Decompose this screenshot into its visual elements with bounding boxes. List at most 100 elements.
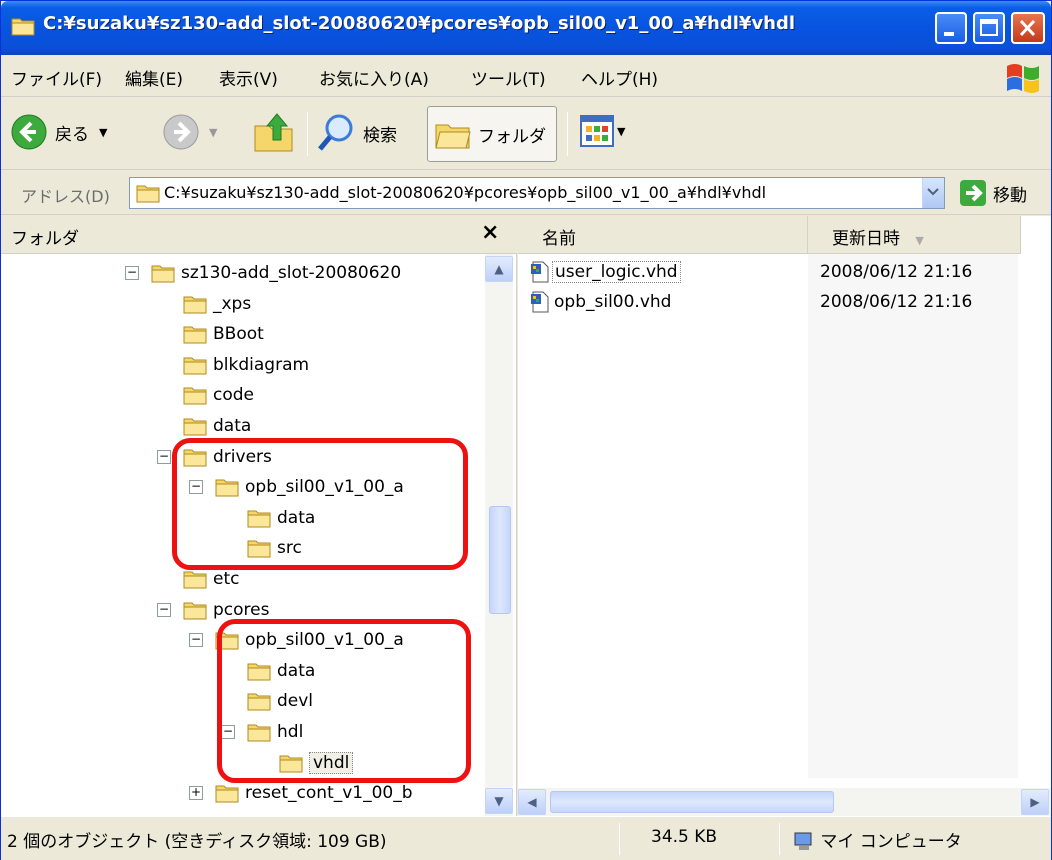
collapse-icon[interactable]: − [157, 449, 171, 464]
folders-icon [435, 124, 471, 149]
go-label: 移動 [993, 185, 1027, 206]
address-label: アドレス(D) [21, 187, 110, 206]
folders-pane: フォルダ × − sz130-add_slot-20080620 _xps BBoot… [1, 216, 517, 816]
column-name[interactable]: 名前 [518, 216, 808, 254]
search-button[interactable]: 検索 [317, 112, 397, 154]
go-button[interactable]: 移動 [959, 179, 1027, 207]
windows-logo-icon [1007, 64, 1039, 93]
file-list-pane: 名前 更新日時 ▼ user_logic.vhd 2008/06/12 21:1… [518, 216, 1051, 816]
folder-icon [136, 185, 160, 203]
menu-favorites[interactable]: お気に入り(A) [319, 65, 429, 90]
menu-file[interactable]: ファイル(F) [11, 65, 102, 90]
vhd-file-icon [531, 291, 549, 313]
maximize-icon [980, 19, 998, 36]
tree-item[interactable]: code [183, 380, 254, 410]
window-title: C:¥suzaku¥sz130-add_slot-20080620¥pcores… [43, 13, 796, 34]
tree-item-label: reset_cont_v1_00_b [245, 783, 413, 804]
back-button[interactable]: 戻る ▼ [9, 112, 107, 152]
status-bar: 2 個のオブジェクト (空きディスク領域: 109 GB) 34.5 KB マイ… [1, 816, 1051, 860]
address-value: C:¥suzaku¥sz130-add_slot-20080620¥pcores… [164, 183, 767, 202]
views-dropdown-icon[interactable]: ▼ [617, 125, 625, 138]
file-name: user_logic.vhd [552, 261, 681, 283]
scroll-thumb[interactable] [489, 506, 511, 614]
vhd-file-icon [531, 261, 549, 283]
close-icon [1019, 19, 1036, 37]
tree-item-label: data [213, 416, 252, 436]
folder-icon [11, 18, 35, 36]
expand-icon[interactable]: + [189, 786, 203, 801]
close-button[interactable] [1011, 12, 1045, 44]
sort-arrow-icon: ▼ [915, 234, 924, 247]
tree-item-label: sz130-add_slot-20080620 [181, 263, 402, 283]
collapse-icon[interactable]: − [189, 633, 203, 648]
tree-item[interactable]: BBoot [183, 319, 264, 349]
chevron-down-icon [927, 188, 939, 196]
forward-dropdown-icon[interactable]: ▼ [209, 126, 217, 139]
address-bar: アドレス(D) C:¥suzaku¥sz130-add_slot-2008062… [1, 171, 1051, 215]
folders-button[interactable]: フォルダ [427, 106, 557, 162]
folders-vertical-scrollbar[interactable]: ▲ ▼ [485, 254, 513, 816]
search-label: 検索 [363, 125, 397, 146]
up-button[interactable] [253, 110, 295, 154]
toolbar: 戻る ▼ ▼ 検索 フォルダ ▼ [1, 98, 1051, 170]
tree-item[interactable]: _xps [183, 289, 251, 319]
folder-icon [183, 326, 207, 344]
address-input[interactable]: C:¥suzaku¥sz130-add_slot-20080620¥pcores… [129, 177, 945, 209]
file-row[interactable]: opb_sil00.vhd 2008/06/12 21:16 [530, 288, 972, 316]
minimize-icon [944, 32, 954, 36]
horizontal-scroll-thumb[interactable] [550, 791, 834, 813]
status-divider [619, 823, 620, 855]
tree-item[interactable]: blkdiagram [183, 350, 309, 380]
search-icon [318, 114, 353, 151]
toolbar-separator [307, 112, 308, 156]
maximize-button[interactable] [973, 12, 1005, 44]
file-modified: 2008/06/12 21:16 [820, 292, 973, 312]
tree-item[interactable]: − sz130-add_slot-20080620 [125, 258, 402, 288]
file-list-horizontal-scrollbar[interactable]: ◀ ▶ [518, 788, 1051, 816]
tree-item[interactable]: data [183, 411, 251, 441]
title-bar[interactable]: C:¥suzaku¥sz130-add_slot-20080620¥pcores… [1, 1, 1051, 55]
scroll-right-button[interactable]: ▶ [1021, 789, 1049, 815]
column-modified-label: 更新日時 [832, 229, 900, 249]
file-row[interactable]: user_logic.vhd 2008/06/12 21:16 [530, 258, 972, 286]
views-button[interactable]: ▼ [579, 114, 625, 148]
back-dropdown-icon[interactable]: ▼ [99, 126, 107, 139]
folder-icon [215, 785, 239, 803]
menu-tools[interactable]: ツール(T) [471, 65, 546, 90]
tree-item-label: _xps [213, 293, 252, 314]
status-location-label: マイ コンピュータ [820, 832, 962, 852]
tree-item-label: blkdiagram [213, 354, 310, 375]
menu-view[interactable]: 表示(V) [219, 65, 278, 90]
highlight-drivers [172, 438, 468, 570]
status-objects: 2 個のオブジェクト (空きディスク領域: 109 GB) [7, 832, 387, 852]
collapse-icon[interactable]: − [157, 602, 171, 617]
scroll-left-button[interactable]: ◀ [518, 789, 546, 815]
scroll-down-button[interactable]: ▼ [485, 788, 513, 814]
column-modified[interactable]: 更新日時 ▼ [808, 216, 1021, 254]
status-size: 34.5 KB [651, 827, 718, 847]
menu-help[interactable]: ヘルプ(H) [581, 65, 658, 90]
file-name: opb_sil00.vhd [554, 292, 672, 312]
folders-pane-header: フォルダ × [1, 216, 517, 254]
folder-icon [183, 418, 207, 436]
folder-icon [183, 571, 207, 589]
tree-item-label: code [213, 385, 254, 406]
tree-item-label: etc [213, 569, 240, 589]
scroll-up-button[interactable]: ▲ [485, 256, 513, 282]
address-dropdown-button[interactable] [922, 178, 944, 208]
my-computer-icon [794, 832, 812, 850]
back-arrow-icon [11, 114, 47, 150]
menu-bar: ファイル(F) 編集(E) 表示(V) お気に入り(A) ツール(T) ヘルプ(… [1, 55, 1051, 97]
status-location: マイ コンピュータ [793, 825, 962, 853]
tree-item-label: BBoot [213, 324, 264, 345]
menu-edit[interactable]: 編集(E) [125, 65, 183, 90]
minimize-button[interactable] [935, 12, 967, 44]
folders-pane-close-button[interactable]: × [481, 220, 499, 245]
go-arrow-icon [960, 180, 986, 206]
folder-up-icon [254, 113, 293, 152]
toolbar-separator [567, 112, 568, 156]
file-modified: 2008/06/12 21:16 [820, 262, 973, 282]
forward-button[interactable]: ▼ [161, 112, 217, 152]
collapse-icon[interactable]: − [125, 266, 139, 280]
folder-icon [183, 387, 207, 405]
